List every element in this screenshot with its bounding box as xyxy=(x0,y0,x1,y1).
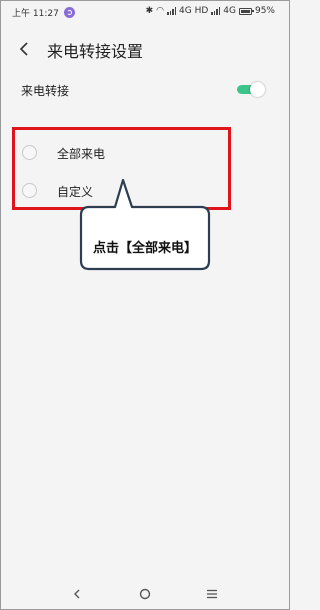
signal-icon xyxy=(167,7,177,15)
status-right: ✱ ◠ 4G HD 4G 95% xyxy=(146,6,275,16)
forward-toggle[interactable] xyxy=(237,82,267,97)
notification-app-icon xyxy=(63,7,75,18)
option-all-calls[interactable]: 全部来电 xyxy=(15,136,229,170)
back-button[interactable] xyxy=(15,39,35,59)
forward-setting-label: 来电转接 xyxy=(21,84,70,98)
callout-text: 点击【全部来电】 xyxy=(92,240,197,256)
nav-back-button[interactable] xyxy=(69,586,85,602)
nav-bar xyxy=(1,579,289,609)
battery-icon xyxy=(238,7,254,15)
page-title: 来电转接设置 xyxy=(47,42,144,61)
status-bar: 上午 11:27 ✱ ◠ 4G HD 4G 95% xyxy=(1,1,289,23)
back-icon xyxy=(74,589,80,599)
battery-percent: 95% xyxy=(254,6,275,16)
menu-icon xyxy=(207,589,217,599)
option-all-calls-label: 全部来电 xyxy=(57,147,106,161)
wifi-icon: ◠ xyxy=(156,5,165,16)
nav-home-button[interactable] xyxy=(137,586,153,602)
network-type-2: 4G xyxy=(223,6,236,16)
status-left: 上午 11:27 xyxy=(12,6,75,19)
forward-setting-row: 来电转接 xyxy=(1,75,289,105)
radio-all-calls[interactable] xyxy=(22,145,37,160)
bluetooth-icon: ✱ xyxy=(145,5,154,16)
nav-menu-button[interactable] xyxy=(204,586,220,602)
top-bar: 来电转接设置 xyxy=(1,31,289,65)
network-type-1: 4G HD xyxy=(179,6,209,16)
signal-icon-2 xyxy=(211,7,221,15)
toggle-knob xyxy=(250,82,265,97)
status-time: 上午 11:27 xyxy=(12,9,59,19)
chevron-left-icon xyxy=(19,42,28,56)
home-icon xyxy=(139,588,151,600)
radio-custom[interactable] xyxy=(22,183,37,198)
